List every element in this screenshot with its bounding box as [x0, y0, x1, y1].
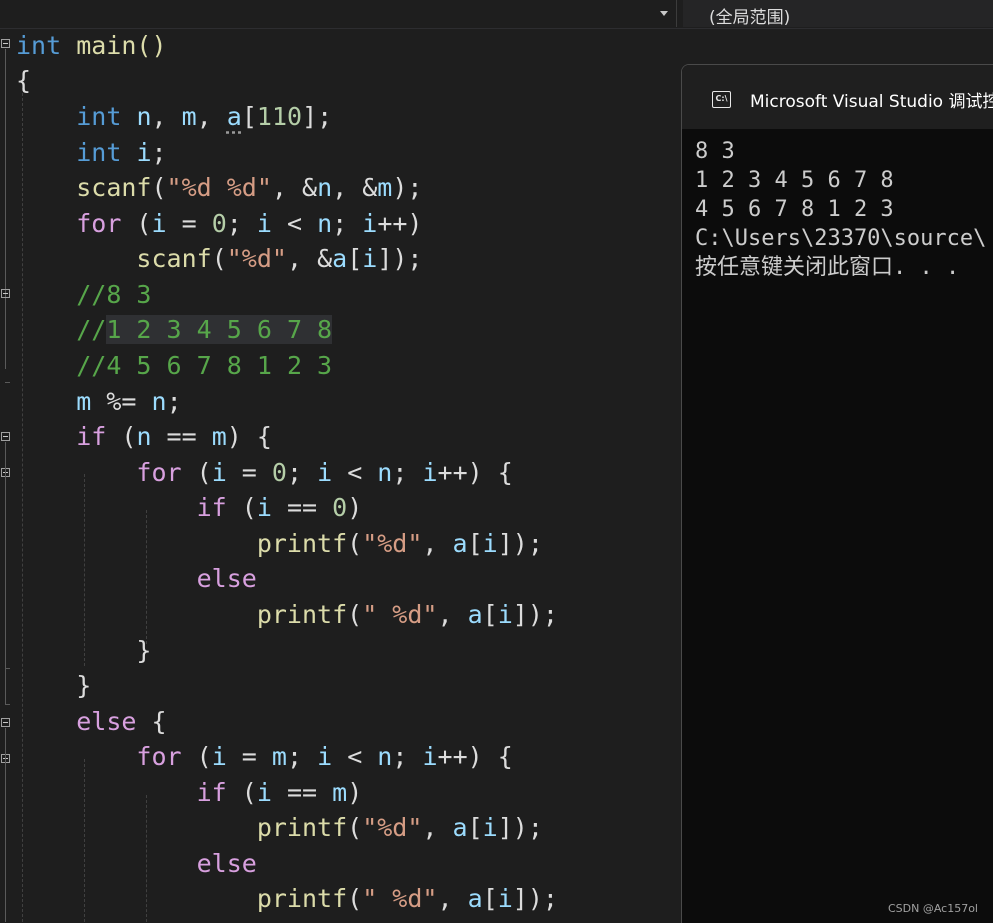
code-comment-2[interactable]: //1 2 3 4 5 6 7 8 — [16, 312, 333, 348]
code-line-printf-3[interactable]: printf("%d", a[i]); — [16, 810, 543, 846]
code-line-if-first[interactable]: if (i == 0) — [16, 490, 363, 526]
console-title: Microsoft Visual Studio 调试控制台 — [750, 92, 993, 112]
debug-console-window[interactable]: C:\ Microsoft Visual Studio 调试控制台 8 3 1 … — [681, 64, 993, 923]
fold-collapse-icon[interactable] — [1, 718, 10, 727]
console-title-bar[interactable]: C:\ Microsoft Visual Studio 调试控制台 — [682, 65, 993, 129]
fold-collapse-icon[interactable] — [1, 432, 10, 441]
navigation-bar: (全局范围) — [0, 0, 993, 29]
code-line-scanf-nm[interactable]: scanf("%d %d", &n, &m); — [16, 170, 422, 206]
code-line-declare-i[interactable]: int i; — [16, 135, 166, 171]
outline-line — [5, 442, 6, 704]
code-line-close-if[interactable]: } — [16, 668, 91, 704]
code-line-scanf-array[interactable]: scanf("%d", &a[i]); — [16, 241, 422, 277]
csdn-watermark: CSDN @Ac157ol — [887, 902, 978, 915]
outline-line — [5, 49, 6, 369]
scope-label: (全局范围) — [709, 8, 791, 28]
fold-collapse-icon[interactable] — [1, 289, 10, 298]
code-line-if-m[interactable]: if (i == m) — [16, 775, 363, 811]
code-line-else-2[interactable]: else — [16, 846, 257, 882]
code-comment-1[interactable]: //8 3 — [16, 277, 151, 313]
code-line-open-brace[interactable]: { — [16, 63, 31, 99]
code-line-declare-vars[interactable]: int n, m, a[110]; — [16, 99, 332, 135]
code-line-for-rotate[interactable]: for (i = m; i < n; i++) { — [16, 739, 512, 775]
code-line-main[interactable]: int main() — [16, 28, 167, 64]
console-output-line: 4 5 6 7 8 1 2 3 — [695, 197, 894, 222]
console-output-line: 按任意键关闭此窗口. . . — [695, 255, 960, 280]
outline-tick — [5, 704, 10, 705]
code-line-printf-2[interactable]: printf(" %d", a[i]); — [16, 597, 558, 633]
code-line-else-block[interactable]: else { — [16, 704, 166, 740]
console-output-line: 8 3 — [695, 139, 735, 164]
code-line-printf-1[interactable]: printf("%d", a[i]); — [16, 526, 543, 562]
outline-tick — [5, 382, 10, 383]
console-output-line: 1 2 3 4 5 6 7 8 — [695, 168, 894, 193]
code-line-for-read[interactable]: for (i = 0; i < n; i++) — [16, 206, 422, 242]
fold-collapse-icon[interactable] — [1, 39, 10, 48]
code-line-close-for[interactable]: } — [16, 633, 151, 669]
code-line-if-equal[interactable]: if (n == m) { — [16, 419, 272, 455]
code-line-for-print[interactable]: for (i = 0; i < n; i++) { — [16, 455, 512, 491]
console-output-line: C:\Users\23370\source\ — [695, 226, 987, 251]
code-line-printf-4[interactable]: printf(" %d", a[i]); — [16, 881, 558, 917]
code-comment-3[interactable]: //4 5 6 7 8 1 2 3 — [16, 348, 332, 384]
member-dropdown[interactable] — [0, 0, 677, 27]
dropdown-arrow-icon[interactable] — [660, 11, 668, 16]
outline-line — [5, 728, 6, 922]
selection-highlight: 1 2 3 4 5 6 7 8 — [106, 315, 333, 344]
console-app-icon: C:\ — [712, 91, 731, 108]
code-line-else-1[interactable]: else — [16, 561, 257, 597]
scope-dropdown[interactable]: (全局范围) — [683, 0, 993, 28]
code-line-mod[interactable]: m %= n; — [16, 384, 181, 420]
